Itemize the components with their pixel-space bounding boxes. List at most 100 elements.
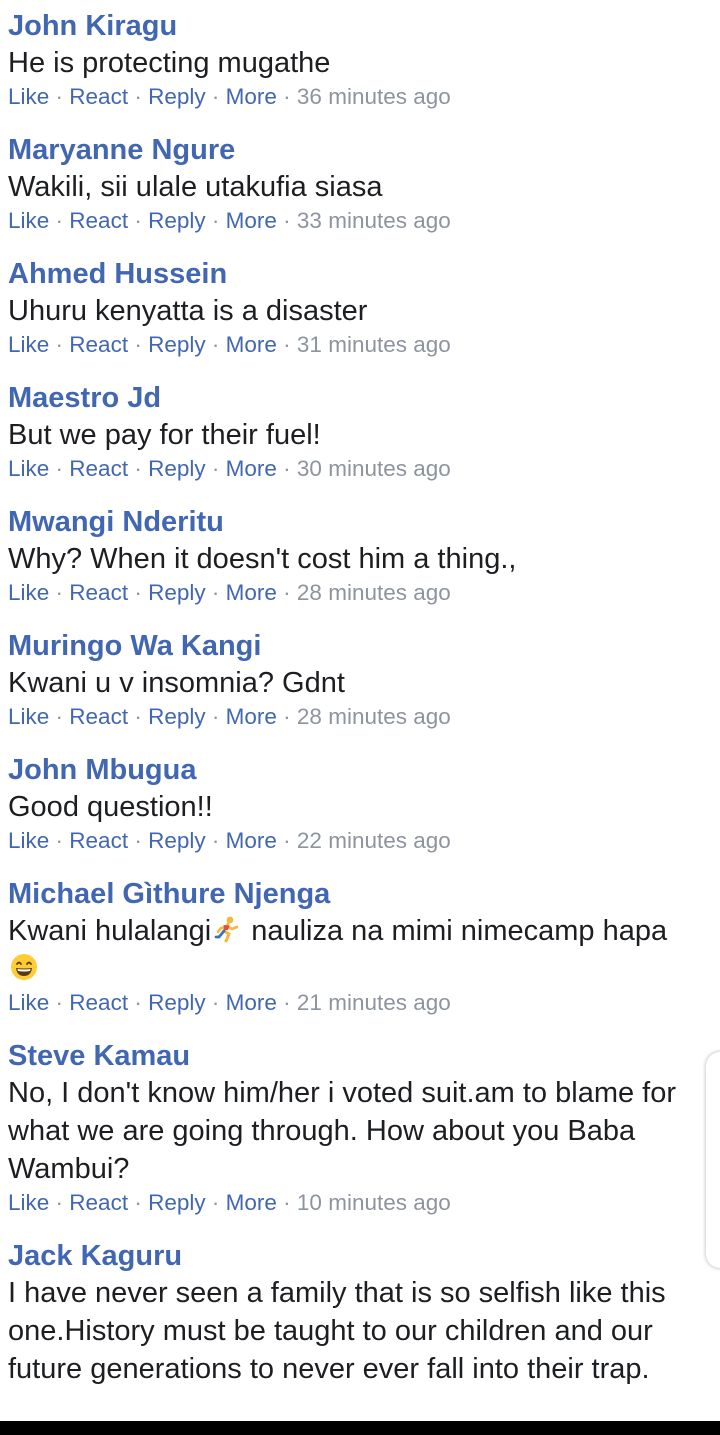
reply-link[interactable]: Reply (148, 84, 206, 109)
comment-text: Why? When it doesn't cost him a thing., (8, 543, 517, 575)
comment: John Kiragu He is protecting mugathe Lik… (8, 8, 720, 112)
separator: · (211, 84, 226, 109)
more-link[interactable]: More (226, 208, 277, 233)
edge-panel-handle[interactable] (706, 1052, 720, 1268)
reply-link[interactable]: Reply (148, 704, 206, 729)
reply-link[interactable]: Reply (148, 208, 206, 233)
comment: Jack Kaguru I have never seen a family t… (8, 1238, 720, 1388)
separator: · (283, 990, 297, 1015)
comment-actions: Like · React · Reply · More · 10 minutes… (8, 1188, 720, 1218)
react-link[interactable]: React (69, 456, 128, 481)
separator: · (55, 332, 70, 357)
separator: · (55, 456, 70, 481)
reply-link[interactable]: Reply (148, 1190, 206, 1215)
like-link[interactable]: Like (8, 990, 49, 1015)
more-link[interactable]: More (226, 1190, 277, 1215)
comment-actions: Like · React · Reply · More · 28 minutes… (8, 578, 720, 608)
like-link[interactable]: Like (8, 1190, 49, 1215)
separator: · (211, 704, 226, 729)
separator: · (134, 828, 149, 853)
separator: · (134, 208, 149, 233)
comment: Maestro Jd But we pay for their fuel! Li… (8, 380, 720, 484)
reply-link[interactable]: Reply (148, 990, 206, 1015)
separator: · (134, 84, 149, 109)
comment-actions: Like · React · Reply · More · 28 minutes… (8, 702, 720, 732)
comment-text: Good question!! (8, 791, 213, 823)
system-navigation-bar (0, 1421, 720, 1435)
like-link[interactable]: Like (8, 828, 49, 853)
separator: · (283, 332, 297, 357)
comment-text: Kwani u v insomnia? Gdnt (8, 667, 345, 699)
separator: · (134, 456, 149, 481)
more-link[interactable]: More (226, 456, 277, 481)
comment-timestamp: 30 minutes ago (296, 456, 451, 481)
comment-timestamp: 31 minutes ago (296, 332, 451, 357)
react-link[interactable]: React (69, 828, 128, 853)
react-link[interactable]: React (69, 990, 128, 1015)
separator: · (211, 208, 226, 233)
comment-author[interactable]: Mwangi Nderitu (8, 504, 720, 540)
like-link[interactable]: Like (8, 704, 49, 729)
like-link[interactable]: Like (8, 208, 49, 233)
more-link[interactable]: More (226, 332, 277, 357)
separator: · (55, 828, 70, 853)
separator: · (55, 990, 70, 1015)
more-link[interactable]: More (226, 580, 277, 605)
separator: · (283, 84, 297, 109)
reply-link[interactable]: Reply (148, 580, 206, 605)
comment-text: No, I don't know him/her i voted suit.am… (8, 1077, 677, 1185)
comment: John Mbugua Good question!! Like · React… (8, 752, 720, 856)
comment-author[interactable]: John Kiragu (8, 8, 720, 44)
comment-timestamp: 21 minutes ago (296, 990, 451, 1015)
comment: Maryanne Ngure Wakili, sii ulale utakufi… (8, 132, 720, 236)
comment: Muringo Wa Kangi Kwani u v insomnia? Gdn… (8, 628, 720, 732)
react-link[interactable]: React (69, 208, 128, 233)
comment-author[interactable]: Muringo Wa Kangi (8, 628, 720, 664)
more-link[interactable]: More (226, 704, 277, 729)
separator: · (134, 990, 149, 1015)
reply-link[interactable]: Reply (148, 828, 206, 853)
more-link[interactable]: More (226, 84, 277, 109)
separator: · (55, 208, 70, 233)
react-link[interactable]: React (69, 1190, 128, 1215)
comment-actions: Like · React · Reply · More · 30 minutes… (8, 454, 720, 484)
comment: Steve Kamau No, I don't know him/her i v… (8, 1038, 720, 1218)
react-link[interactable]: React (69, 704, 128, 729)
comment-text-part: Kwani hulalangi (8, 915, 212, 947)
comment-author[interactable]: Ahmed Hussein (8, 256, 720, 292)
comment-author[interactable]: Michael Gìthure Njenga (8, 876, 720, 912)
separator: · (211, 1190, 226, 1215)
like-link[interactable]: Like (8, 84, 49, 109)
separator: · (283, 828, 297, 853)
comment-timestamp: 22 minutes ago (296, 828, 451, 853)
comment-actions: Like · React · Reply · More · 22 minutes… (8, 826, 720, 856)
comment-timestamp: 36 minutes ago (296, 84, 451, 109)
react-link[interactable]: React (69, 332, 128, 357)
comment-author[interactable]: Maestro Jd (8, 380, 720, 416)
separator: · (283, 208, 297, 233)
like-link[interactable]: Like (8, 456, 49, 481)
react-link[interactable]: React (69, 580, 128, 605)
comment-author[interactable]: Maryanne Ngure (8, 132, 720, 168)
like-link[interactable]: Like (8, 332, 49, 357)
like-link[interactable]: Like (8, 580, 49, 605)
separator: · (283, 704, 297, 729)
reply-link[interactable]: Reply (148, 456, 206, 481)
comment-actions: Like · React · Reply · More · 31 minutes… (8, 330, 720, 360)
separator: · (211, 456, 226, 481)
comment-text: Wakili, sii ulale utakufia siasa (8, 171, 383, 203)
grinning-face-emoji (11, 954, 37, 980)
more-link[interactable]: More (226, 828, 277, 853)
comment: Ahmed Hussein Uhuru kenyatta is a disast… (8, 256, 720, 360)
react-link[interactable]: React (69, 84, 128, 109)
comment-author[interactable]: Steve Kamau (8, 1038, 720, 1074)
comment-timestamp: 28 minutes ago (296, 704, 451, 729)
separator: · (211, 580, 226, 605)
more-link[interactable]: More (226, 990, 277, 1015)
comment-author[interactable]: John Mbugua (8, 752, 720, 788)
comment-text: Kwani hulalangi nauliza na mimi nimecamp… (8, 912, 706, 988)
comment: Michael Gìthure Njenga Kwani hulalangi n… (8, 876, 720, 1018)
comment-author[interactable]: Jack Kaguru (8, 1238, 720, 1274)
reply-link[interactable]: Reply (148, 332, 206, 357)
separator: · (211, 828, 226, 853)
